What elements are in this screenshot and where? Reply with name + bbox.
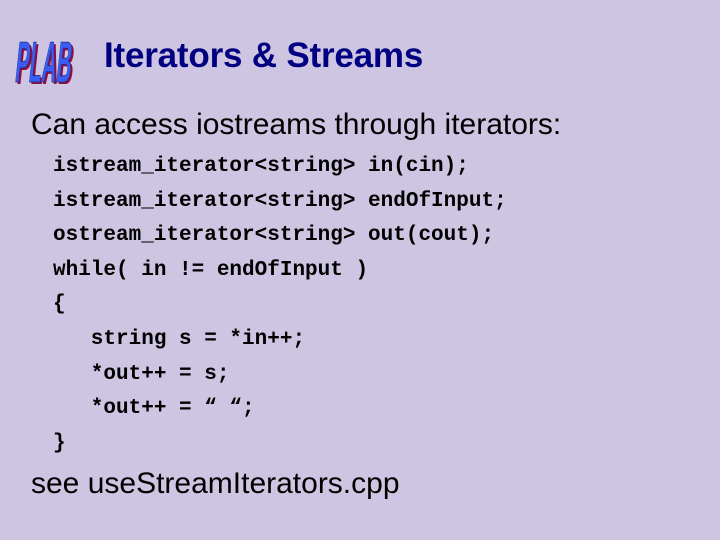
footer-reference: see useStreamIterators.cpp xyxy=(31,467,400,500)
code-line: string s = *in++; xyxy=(53,327,306,351)
code-line: } xyxy=(53,431,66,455)
code-line: *out++ = “ “; xyxy=(53,397,255,421)
code-line: istream_iterator<string> in(cin); xyxy=(53,155,469,178)
code-block: istream_iterator<string> in(cin); istrea… xyxy=(53,150,507,461)
slide-title: Iterators & Streams xyxy=(104,36,424,75)
code-line: istream_iterator<string> endOfInput; xyxy=(53,189,507,213)
code-line: { xyxy=(53,293,66,317)
code-line: *out++ = s; xyxy=(53,362,230,386)
intro-text: Can access iostreams through iterators: xyxy=(31,108,562,141)
code-line: ostream_iterator<string> out(cout); xyxy=(53,224,495,248)
code-line: while( in != endOfInput ) xyxy=(53,258,369,282)
plab-logo-icon: PLAB PLAB xyxy=(14,30,78,88)
logo-text: PLAB xyxy=(14,30,76,88)
